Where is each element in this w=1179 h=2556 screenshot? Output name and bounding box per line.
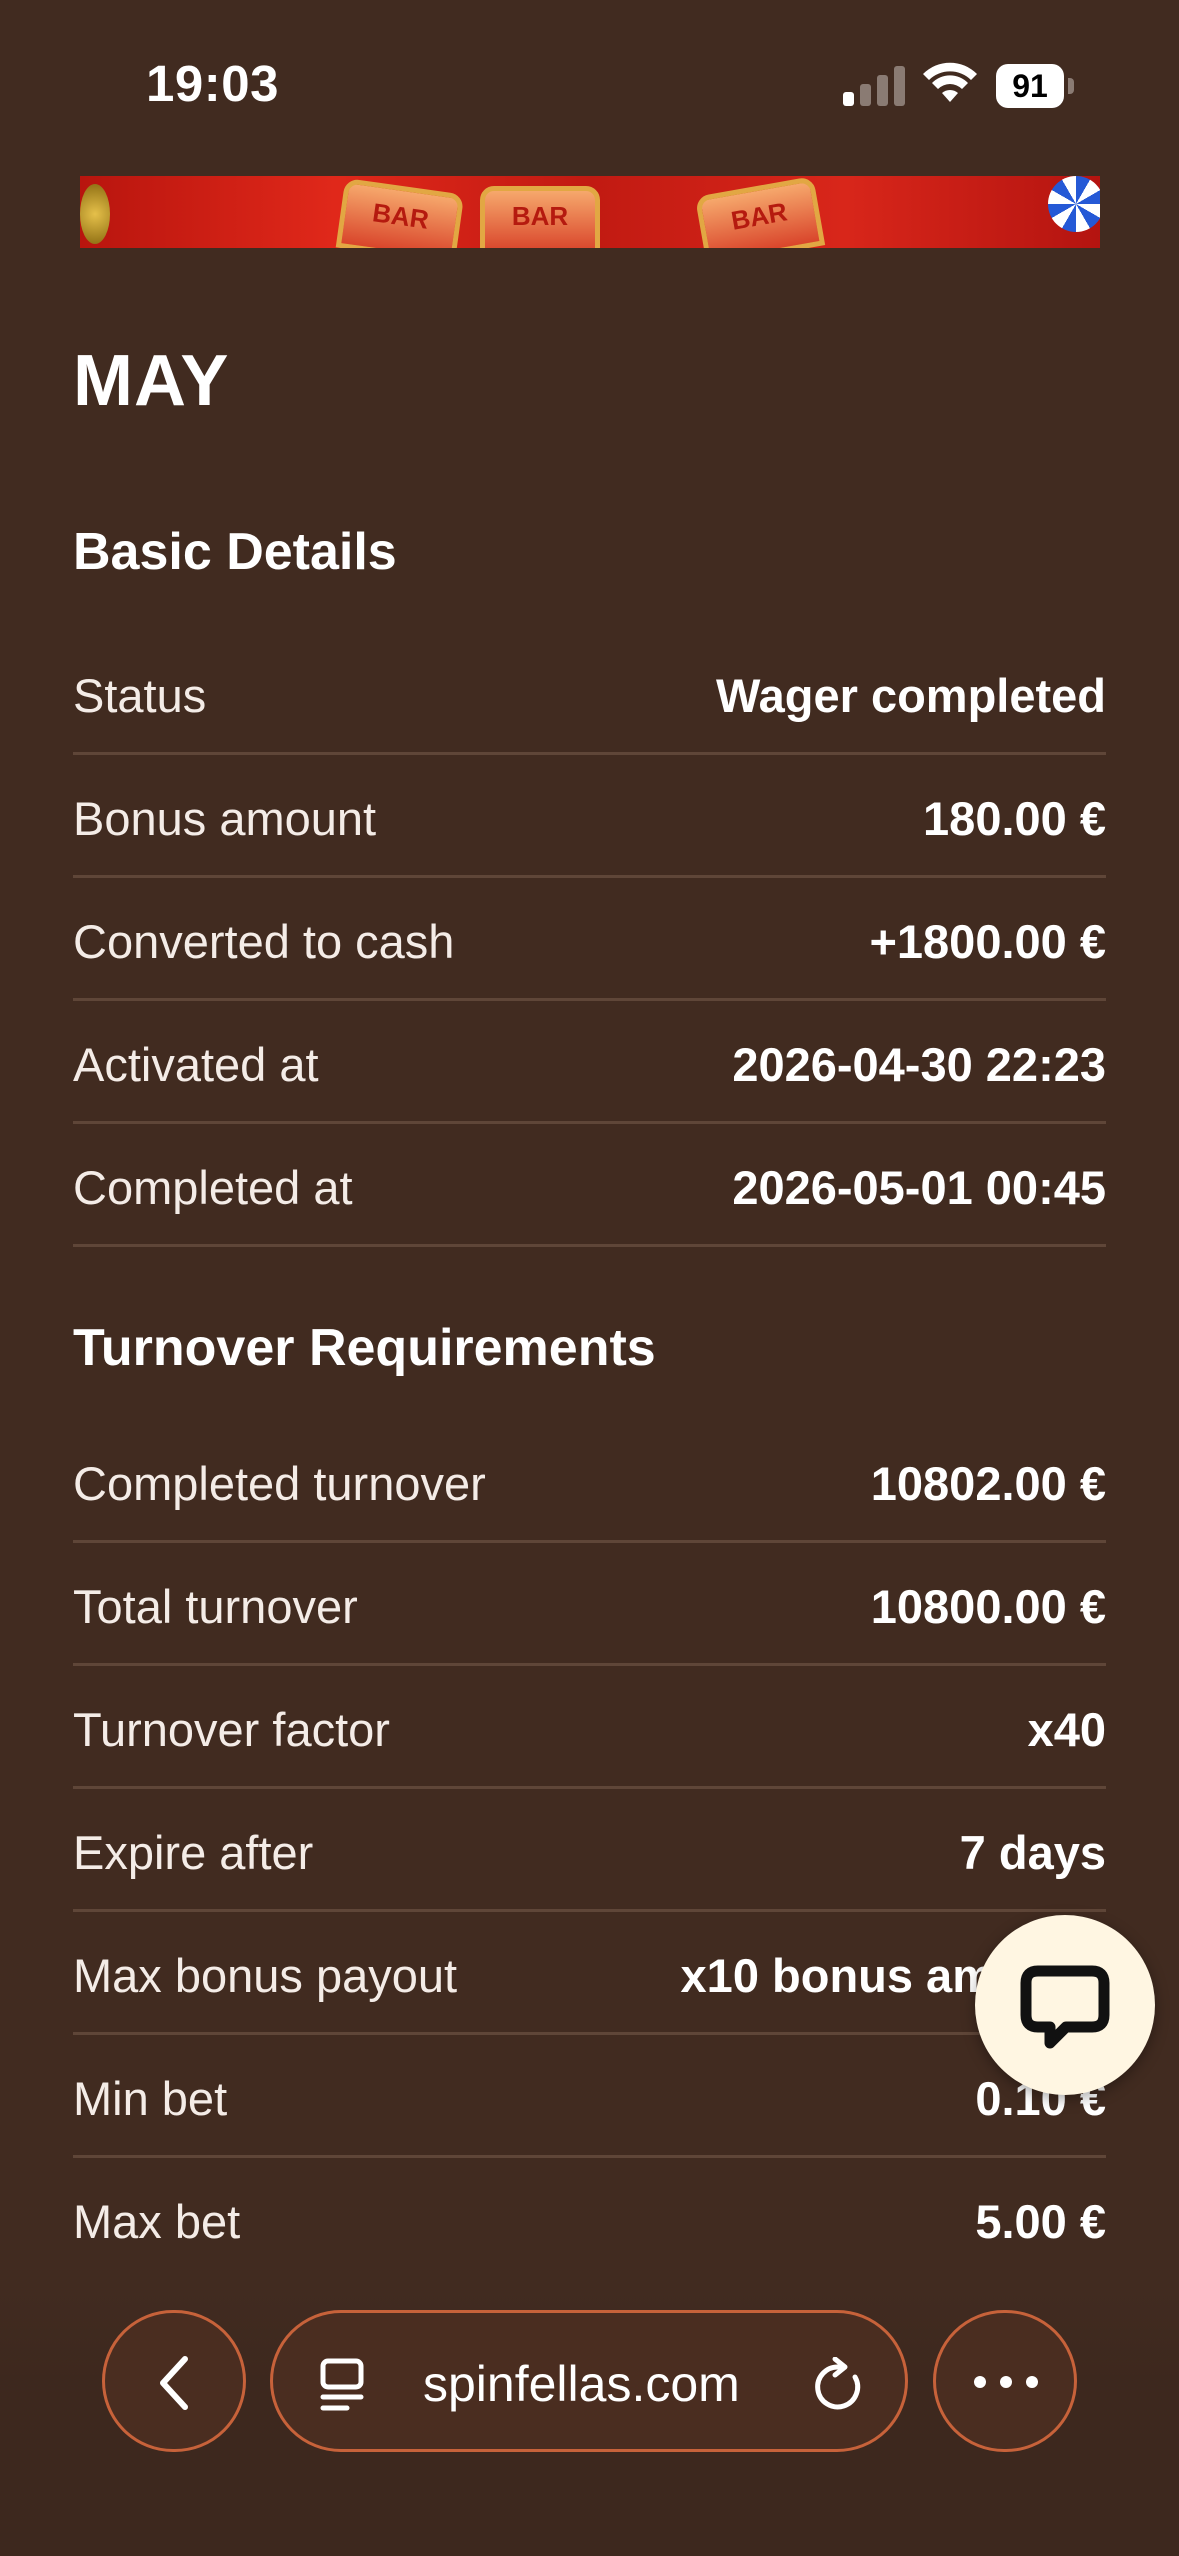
row-value: Wager completed: [716, 669, 1106, 722]
casino-chip-graphic: [1048, 176, 1100, 232]
slot-reel: BAR: [480, 186, 600, 248]
chat-bubble-icon: [1020, 1965, 1110, 2049]
row-value: 2026-04-30 22:23: [732, 1038, 1106, 1091]
detail-row-bonus-amount: Bonus amount 180.00 €: [73, 755, 1106, 878]
section-heading-turnover-requirements: Turnover Requirements: [73, 1319, 656, 1377]
row-value: 7 days: [959, 1826, 1106, 1879]
row-value: x40: [1027, 1703, 1106, 1756]
row-label: Max bet: [73, 2195, 241, 2248]
row-label: Max bonus payout: [73, 1949, 458, 2002]
row-label: Total turnover: [73, 1580, 358, 1633]
row-label: Activated at: [73, 1038, 319, 1091]
reload-icon[interactable]: [813, 2357, 867, 2413]
status-bar: 19:03 91: [0, 0, 1179, 170]
detail-row-status: Status Wager completed: [73, 632, 1106, 755]
row-value: 180.00 €: [923, 792, 1106, 845]
row-value: +1800.00 €: [869, 915, 1106, 968]
coin-graphic: [80, 184, 110, 244]
row-label: Converted to cash: [73, 915, 455, 968]
row-label: Turnover factor: [73, 1703, 390, 1756]
address-bar[interactable]: spinfellas.com: [270, 2310, 908, 2452]
detail-row-completed-at: Completed at 2026-05-01 00:45: [73, 1124, 1106, 1247]
turnover-row-max-bet: Max bet 5.00 €: [73, 2158, 1106, 2281]
turnover-row-min-bet: Min bet 0.10 €: [73, 2035, 1106, 2158]
row-value: 10802.00 €: [870, 1457, 1106, 1510]
row-value: 5.00 €: [975, 2195, 1106, 2248]
wifi-icon: [923, 62, 977, 102]
row-label: Min bet: [73, 2072, 228, 2125]
slot-reel: BAR: [694, 176, 826, 248]
detail-row-activated-at: Activated at 2026-04-30 22:23: [73, 1001, 1106, 1124]
row-value: 2026-05-01 00:45: [732, 1161, 1106, 1214]
row-label: Bonus amount: [73, 792, 377, 845]
url-text: spinfellas.com: [423, 2356, 740, 2412]
row-value: 10800.00 €: [870, 1580, 1106, 1633]
detail-row-converted-to-cash: Converted to cash +1800.00 €: [73, 878, 1106, 1001]
live-chat-button[interactable]: [975, 1915, 1155, 2095]
clock: 19:03: [146, 55, 279, 112]
row-label: Expire after: [73, 1826, 314, 1879]
row-label: Completed turnover: [73, 1457, 486, 1510]
bonus-banner-image: BAR BAR BAR: [80, 176, 1100, 248]
battery-icon: 91: [996, 64, 1076, 108]
turnover-row-turnover-factor: Turnover factor x40: [73, 1666, 1106, 1789]
page-title: MAY: [73, 341, 230, 421]
tabs-icon[interactable]: [317, 2357, 367, 2413]
turnover-row-completed-turnover: Completed turnover 10802.00 €: [73, 1420, 1106, 1543]
back-button[interactable]: [102, 2310, 246, 2452]
section-heading-basic-details: Basic Details: [73, 523, 397, 581]
turnover-row-expire-after: Expire after 7 days: [73, 1789, 1106, 1912]
row-label: Completed at: [73, 1161, 353, 1214]
slot-reel: BAR: [335, 177, 465, 248]
back-chevron-icon: [160, 2356, 188, 2410]
row-value: x10 bonus am: [680, 1949, 994, 2002]
cellular-signal-icon: [843, 64, 907, 106]
row-label: Status: [73, 669, 207, 722]
battery-level: 91: [996, 64, 1064, 108]
more-menu-button[interactable]: [933, 2310, 1077, 2452]
turnover-row-total-turnover: Total turnover 10800.00 €: [73, 1543, 1106, 1666]
more-dots-icon: [974, 2376, 1038, 2388]
turnover-row-max-bonus-payout: Max bonus payout x10 bonus am: [73, 1912, 1106, 2035]
